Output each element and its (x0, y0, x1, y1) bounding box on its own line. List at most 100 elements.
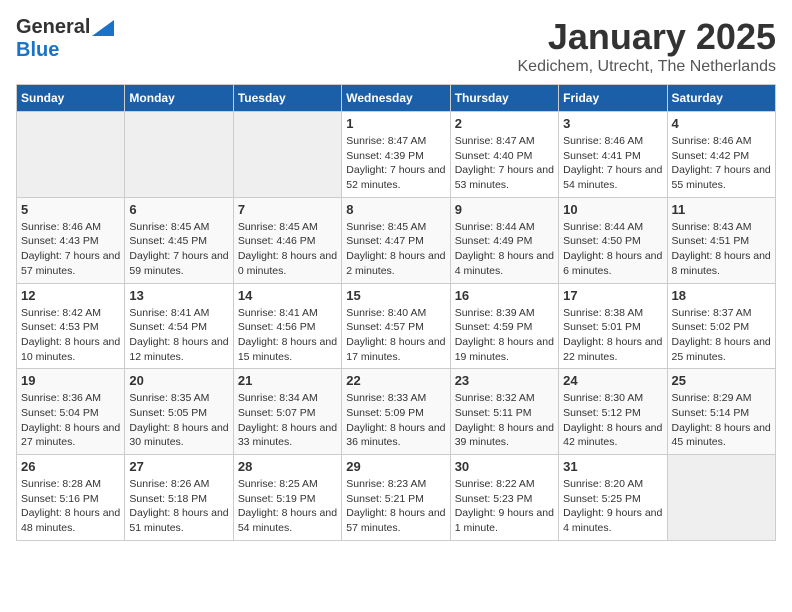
calendar-cell: 2 Sunrise: 8:47 AM Sunset: 4:40 PM Daylig… (450, 112, 558, 198)
day-header-wednesday: Wednesday (342, 85, 450, 112)
calendar-cell: 20 Sunrise: 8:35 AM Sunset: 5:05 PM Dayli… (125, 369, 233, 455)
day-info: Sunrise: 8:39 AM Sunset: 4:59 PM Dayligh… (455, 306, 554, 365)
calendar-table: SundayMondayTuesdayWednesdayThursdayFrid… (16, 84, 776, 541)
day-header-saturday: Saturday (667, 85, 775, 112)
calendar-cell: 6 Sunrise: 8:45 AM Sunset: 4:45 PM Daylig… (125, 197, 233, 283)
week-row-4: 19 Sunrise: 8:36 AM Sunset: 5:04 PM Dayli… (17, 369, 776, 455)
day-info: Sunrise: 8:36 AM Sunset: 5:04 PM Dayligh… (21, 391, 120, 450)
day-number: 3 (563, 116, 662, 131)
calendar-header-row: SundayMondayTuesdayWednesdayThursdayFrid… (17, 85, 776, 112)
calendar-cell: 5 Sunrise: 8:46 AM Sunset: 4:43 PM Daylig… (17, 197, 125, 283)
calendar-cell: 21 Sunrise: 8:34 AM Sunset: 5:07 PM Dayli… (233, 369, 341, 455)
day-info: Sunrise: 8:28 AM Sunset: 5:16 PM Dayligh… (21, 477, 120, 536)
calendar-cell: 15 Sunrise: 8:40 AM Sunset: 4:57 PM Dayli… (342, 283, 450, 369)
day-number: 26 (21, 459, 120, 474)
calendar-cell: 9Sunrise: 8:44 AM Sunset: 4:49 PM Daylig… (450, 197, 558, 283)
calendar-cell: 27 Sunrise: 8:26 AM Sunset: 5:18 PM Dayli… (125, 455, 233, 541)
day-info: Sunrise: 8:45 AM Sunset: 4:47 PM Dayligh… (346, 220, 445, 279)
day-info: Sunrise: 8:47 AM Sunset: 4:39 PM Dayligh… (346, 134, 445, 193)
calendar-cell: 3Sunrise: 8:46 AM Sunset: 4:41 PM Daylig… (559, 112, 667, 198)
day-info: Sunrise: 8:47 AM Sunset: 4:40 PM Dayligh… (455, 134, 554, 193)
day-number: 13 (129, 288, 228, 303)
day-number: 16 (455, 288, 554, 303)
location-subtitle: Kedichem, Utrecht, The Netherlands (518, 58, 777, 76)
day-number: 30 (455, 459, 554, 474)
day-info: Sunrise: 8:26 AM Sunset: 5:18 PM Dayligh… (129, 477, 228, 536)
calendar-cell: 25 Sunrise: 8:29 AM Sunset: 5:14 PM Dayli… (667, 369, 775, 455)
day-header-friday: Friday (559, 85, 667, 112)
day-info: Sunrise: 8:42 AM Sunset: 4:53 PM Dayligh… (21, 306, 120, 365)
day-info: Sunrise: 8:46 AM Sunset: 4:43 PM Dayligh… (21, 220, 120, 279)
calendar-cell: 8 Sunrise: 8:45 AM Sunset: 4:47 PM Daylig… (342, 197, 450, 283)
day-info: Sunrise: 8:33 AM Sunset: 5:09 PM Dayligh… (346, 391, 445, 450)
calendar-cell (233, 112, 341, 198)
day-info: Sunrise: 8:35 AM Sunset: 5:05 PM Dayligh… (129, 391, 228, 450)
calendar-cell: 11 Sunrise: 8:43 AM Sunset: 4:51 PM Dayli… (667, 197, 775, 283)
calendar-cell: 23Sunrise: 8:32 AM Sunset: 5:11 PM Dayli… (450, 369, 558, 455)
day-info: Sunrise: 8:30 AM Sunset: 5:12 PM Dayligh… (563, 391, 662, 450)
day-number: 28 (238, 459, 337, 474)
calendar-cell: 18Sunrise: 8:37 AM Sunset: 5:02 PM Dayli… (667, 283, 775, 369)
day-info: Sunrise: 8:37 AM Sunset: 5:02 PM Dayligh… (672, 306, 771, 365)
day-number: 27 (129, 459, 228, 474)
day-number: 4 (672, 116, 771, 131)
day-number: 2 (455, 116, 554, 131)
day-number: 19 (21, 373, 120, 388)
logo-general-text: General (16, 16, 90, 39)
month-title: January 2025 (518, 16, 777, 58)
day-info: Sunrise: 8:41 AM Sunset: 4:56 PM Dayligh… (238, 306, 337, 365)
day-number: 22 (346, 373, 445, 388)
day-number: 25 (672, 373, 771, 388)
title-section: January 2025 Kedichem, Utrecht, The Neth… (518, 16, 777, 76)
calendar-cell: 7 Sunrise: 8:45 AM Sunset: 4:46 PM Daylig… (233, 197, 341, 283)
day-number: 7 (238, 202, 337, 217)
week-row-3: 12Sunrise: 8:42 AM Sunset: 4:53 PM Dayli… (17, 283, 776, 369)
calendar-cell: 17Sunrise: 8:38 AM Sunset: 5:01 PM Dayli… (559, 283, 667, 369)
day-number: 17 (563, 288, 662, 303)
day-header-tuesday: Tuesday (233, 85, 341, 112)
day-number: 20 (129, 373, 228, 388)
day-header-sunday: Sunday (17, 85, 125, 112)
day-header-monday: Monday (125, 85, 233, 112)
calendar-cell: 14 Sunrise: 8:41 AM Sunset: 4:56 PM Dayli… (233, 283, 341, 369)
day-number: 1 (346, 116, 445, 131)
calendar-cell: 28Sunrise: 8:25 AM Sunset: 5:19 PM Dayli… (233, 455, 341, 541)
day-number: 29 (346, 459, 445, 474)
week-row-1: 1 Sunrise: 8:47 AM Sunset: 4:39 PM Daylig… (17, 112, 776, 198)
calendar-cell: 1 Sunrise: 8:47 AM Sunset: 4:39 PM Daylig… (342, 112, 450, 198)
calendar-cell: 29 Sunrise: 8:23 AM Sunset: 5:21 PM Dayli… (342, 455, 450, 541)
day-number: 9 (455, 202, 554, 217)
day-info: Sunrise: 8:45 AM Sunset: 4:46 PM Dayligh… (238, 220, 337, 279)
day-number: 8 (346, 202, 445, 217)
day-info: Sunrise: 8:22 AM Sunset: 5:23 PM Dayligh… (455, 477, 554, 536)
calendar-cell (125, 112, 233, 198)
calendar-cell: 22 Sunrise: 8:33 AM Sunset: 5:09 PM Dayli… (342, 369, 450, 455)
day-number: 10 (563, 202, 662, 217)
day-number: 15 (346, 288, 445, 303)
day-info: Sunrise: 8:23 AM Sunset: 5:21 PM Dayligh… (346, 477, 445, 536)
day-info: Sunrise: 8:40 AM Sunset: 4:57 PM Dayligh… (346, 306, 445, 365)
day-info: Sunrise: 8:20 AM Sunset: 5:25 PM Dayligh… (563, 477, 662, 536)
day-number: 23 (455, 373, 554, 388)
day-number: 11 (672, 202, 771, 217)
day-info: Sunrise: 8:29 AM Sunset: 5:14 PM Dayligh… (672, 391, 771, 450)
calendar-cell: 24Sunrise: 8:30 AM Sunset: 5:12 PM Dayli… (559, 369, 667, 455)
day-number: 6 (129, 202, 228, 217)
day-number: 5 (21, 202, 120, 217)
logo-icon (92, 20, 114, 36)
week-row-2: 5 Sunrise: 8:46 AM Sunset: 4:43 PM Daylig… (17, 197, 776, 283)
day-info: Sunrise: 8:45 AM Sunset: 4:45 PM Dayligh… (129, 220, 228, 279)
day-number: 31 (563, 459, 662, 474)
calendar-cell: 10Sunrise: 8:44 AM Sunset: 4:50 PM Dayli… (559, 197, 667, 283)
day-info: Sunrise: 8:43 AM Sunset: 4:51 PM Dayligh… (672, 220, 771, 279)
calendar-cell: 30 Sunrise: 8:22 AM Sunset: 5:23 PM Dayli… (450, 455, 558, 541)
page-header: General Blue January 2025 Kedichem, Utre… (16, 16, 776, 76)
day-header-thursday: Thursday (450, 85, 558, 112)
logo-blue-text: Blue (16, 39, 59, 62)
day-number: 14 (238, 288, 337, 303)
day-number: 21 (238, 373, 337, 388)
week-row-5: 26 Sunrise: 8:28 AM Sunset: 5:16 PM Dayli… (17, 455, 776, 541)
day-info: Sunrise: 8:34 AM Sunset: 5:07 PM Dayligh… (238, 391, 337, 450)
calendar-cell: 26 Sunrise: 8:28 AM Sunset: 5:16 PM Dayli… (17, 455, 125, 541)
calendar-cell: 13Sunrise: 8:41 AM Sunset: 4:54 PM Dayli… (125, 283, 233, 369)
